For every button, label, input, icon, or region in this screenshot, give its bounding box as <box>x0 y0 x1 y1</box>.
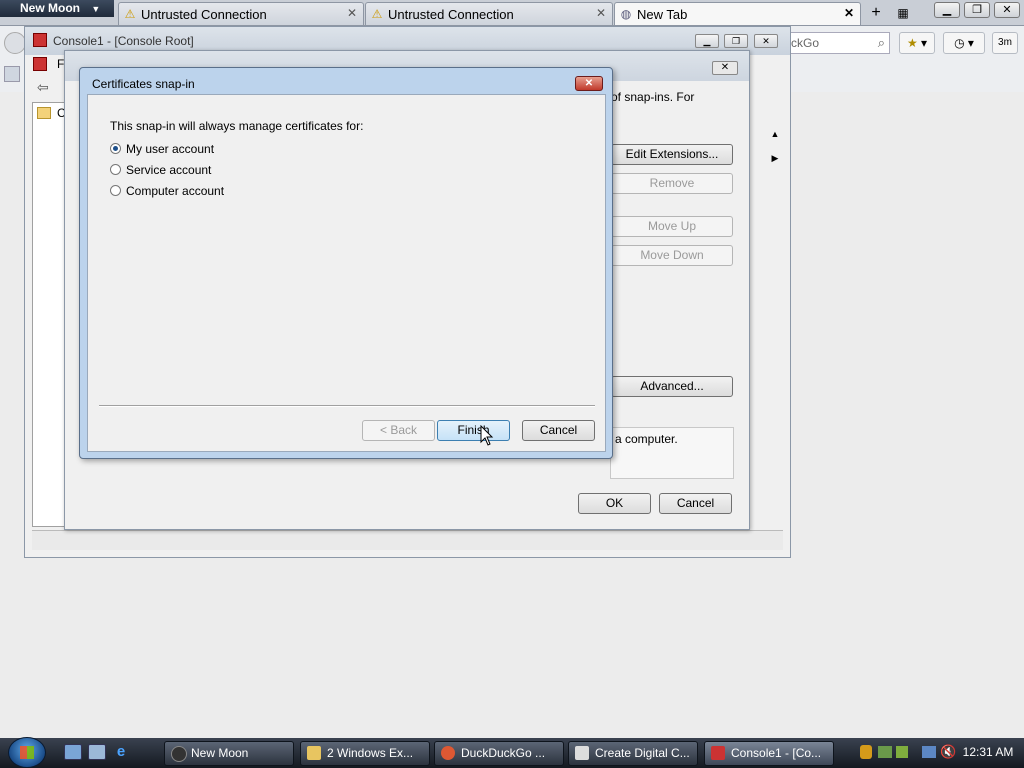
add-remove-cancel-button[interactable]: Cancel <box>659 493 732 514</box>
history-button[interactable]: ◷ ▾ <box>943 32 985 54</box>
tab-new-tab[interactable]: ◍ New Tab ✕ <box>614 2 861 25</box>
search-icon[interactable]: ⌕ <box>878 35 885 51</box>
edit-extensions-button[interactable]: Edit Extensions... <box>611 144 733 165</box>
console-menu-icon <box>33 57 47 71</box>
cancel-button[interactable]: Cancel <box>522 420 595 441</box>
dialog-body: This snap-in will always manage certific… <box>87 94 606 452</box>
tab-untrusted-connection-2[interactable]: ⚠ Untrusted Connection ✕ <box>365 2 613 25</box>
task-label: 2 Windows Ex... <box>327 746 414 760</box>
finish-button[interactable]: Finish <box>437 420 510 441</box>
volume-muted-icon[interactable]: 🔇 <box>940 744 956 760</box>
chevron-right-icon[interactable]: ▶ <box>765 153 785 167</box>
app-menu-label: New Moon <box>20 1 80 15</box>
radio-button[interactable] <box>110 185 121 196</box>
separator <box>99 405 595 407</box>
taskbar-item-console1[interactable]: Console1 - [Co... <box>704 741 834 766</box>
dialog-close-button[interactable]: ✕ <box>575 76 603 91</box>
add-remove-description: of snap-ins. For <box>611 90 695 104</box>
taskbar-item-duckduckgo[interactable]: DuckDuckGo ... <box>434 741 564 766</box>
ok-button[interactable]: OK <box>578 493 651 514</box>
security-center-icon[interactable] <box>896 746 908 758</box>
mouse-pointer-icon <box>480 425 494 446</box>
console-minimize-button[interactable]: ▁ <box>695 34 719 48</box>
minimize-button[interactable]: ▁ <box>934 2 960 18</box>
switch-windows-icon[interactable] <box>88 744 106 760</box>
search-input[interactable]: ckGo ⌕ <box>786 32 890 54</box>
close-icon[interactable]: ✕ <box>596 6 606 20</box>
clock-icon: ◷ <box>954 36 965 50</box>
connection-icon[interactable] <box>922 746 936 758</box>
close-window-button[interactable]: ✕ <box>994 2 1020 18</box>
task-label: Console1 - [Co... <box>731 746 822 760</box>
restore-button[interactable]: ❐ <box>964 2 990 18</box>
internet-explorer-icon[interactable]: e <box>112 744 130 760</box>
move-down-button[interactable]: Move Down <box>611 245 733 266</box>
document-icon <box>575 746 589 760</box>
network-icon[interactable] <box>878 746 892 758</box>
console-restore-button[interactable]: ❐ <box>724 34 748 48</box>
advanced-button[interactable]: Advanced... <box>611 376 733 397</box>
chevron-down-icon: ▼ <box>91 4 101 14</box>
folder-icon <box>37 107 51 119</box>
back-button[interactable] <box>4 32 26 54</box>
certificates-snapin-dialog: Certificates snap-in ✕ This snap-in will… <box>79 67 613 459</box>
console-title: Console1 - [Console Root] <box>53 34 194 48</box>
radio-label: Service account <box>126 163 212 177</box>
snapin-description-box: a computer. <box>610 427 734 479</box>
warning-icon: ⚠ <box>124 7 136 21</box>
start-button[interactable] <box>8 737 46 768</box>
app-menu-button[interactable]: New Moon ▼ <box>0 0 114 17</box>
add-remove-close-button[interactable]: ✕ <box>712 61 738 75</box>
console-close-button[interactable]: ✕ <box>754 34 778 48</box>
close-icon[interactable]: ✕ <box>844 6 854 20</box>
search-placeholder: ckGo <box>791 36 820 50</box>
dialog-title: Certificates snap-in <box>92 77 195 91</box>
back-button[interactable]: < Back <box>362 420 435 441</box>
account-prompt: This snap-in will always manage certific… <box>110 119 364 133</box>
radio-button-selected[interactable] <box>110 143 121 154</box>
plus-icon: + <box>871 4 881 21</box>
taskbar-item-create-digital[interactable]: Create Digital C... <box>568 741 698 766</box>
duckduckgo-icon <box>441 746 455 760</box>
shield-icon[interactable] <box>860 745 872 759</box>
bookmark-star-button[interactable]: ★ ▾ <box>899 32 935 54</box>
toolbox-icon <box>711 746 725 760</box>
remove-button[interactable]: Remove <box>611 173 733 194</box>
history-badge-label: 3m <box>998 37 1012 48</box>
task-label: Create Digital C... <box>595 746 690 760</box>
tab-untrusted-connection-1[interactable]: ⚠ Untrusted Connection ✕ <box>118 2 364 25</box>
tab-label: Untrusted Connection <box>141 7 267 22</box>
warning-icon: ⚠ <box>371 7 383 21</box>
arrow-left-icon[interactable]: ⇦ <box>37 80 53 95</box>
radio-label: Computer account <box>126 184 225 198</box>
new-tab-button[interactable]: + <box>864 3 888 23</box>
tab-label: New Tab <box>637 7 688 22</box>
toolbox-icon <box>33 33 47 47</box>
windows-logo-icon <box>20 746 34 759</box>
history-badge[interactable]: 3m <box>992 32 1018 54</box>
moon-icon <box>171 746 187 762</box>
taskbar-item-windows-explorer[interactable]: 2 Windows Ex... <box>300 741 430 766</box>
system-clock[interactable]: 12:31 AM <box>958 745 1018 759</box>
star-icon: ★ <box>906 36 918 50</box>
task-label: New Moon <box>191 746 249 760</box>
folder-icon <box>307 746 321 760</box>
bookmarks-icon[interactable] <box>4 66 20 82</box>
globe-icon: ◍ <box>620 7 632 21</box>
taskbar-item-new-moon[interactable]: New Moon <box>164 741 294 766</box>
radio-button[interactable] <box>110 164 121 175</box>
console-status-bar <box>32 530 783 550</box>
tab-label: Untrusted Connection <box>388 7 514 22</box>
move-up-button[interactable]: Move Up <box>611 216 733 237</box>
radio-label: My user account <box>126 142 215 156</box>
show-desktop-icon[interactable] <box>64 744 82 760</box>
tab-grid-icon[interactable]: ▦ <box>893 3 913 23</box>
task-label: DuckDuckGo ... <box>461 746 546 760</box>
close-icon[interactable]: ✕ <box>347 6 357 20</box>
scroll-up-arrow-icon[interactable]: ▲ <box>765 129 785 143</box>
snapin-description-text: a computer. <box>615 432 678 446</box>
